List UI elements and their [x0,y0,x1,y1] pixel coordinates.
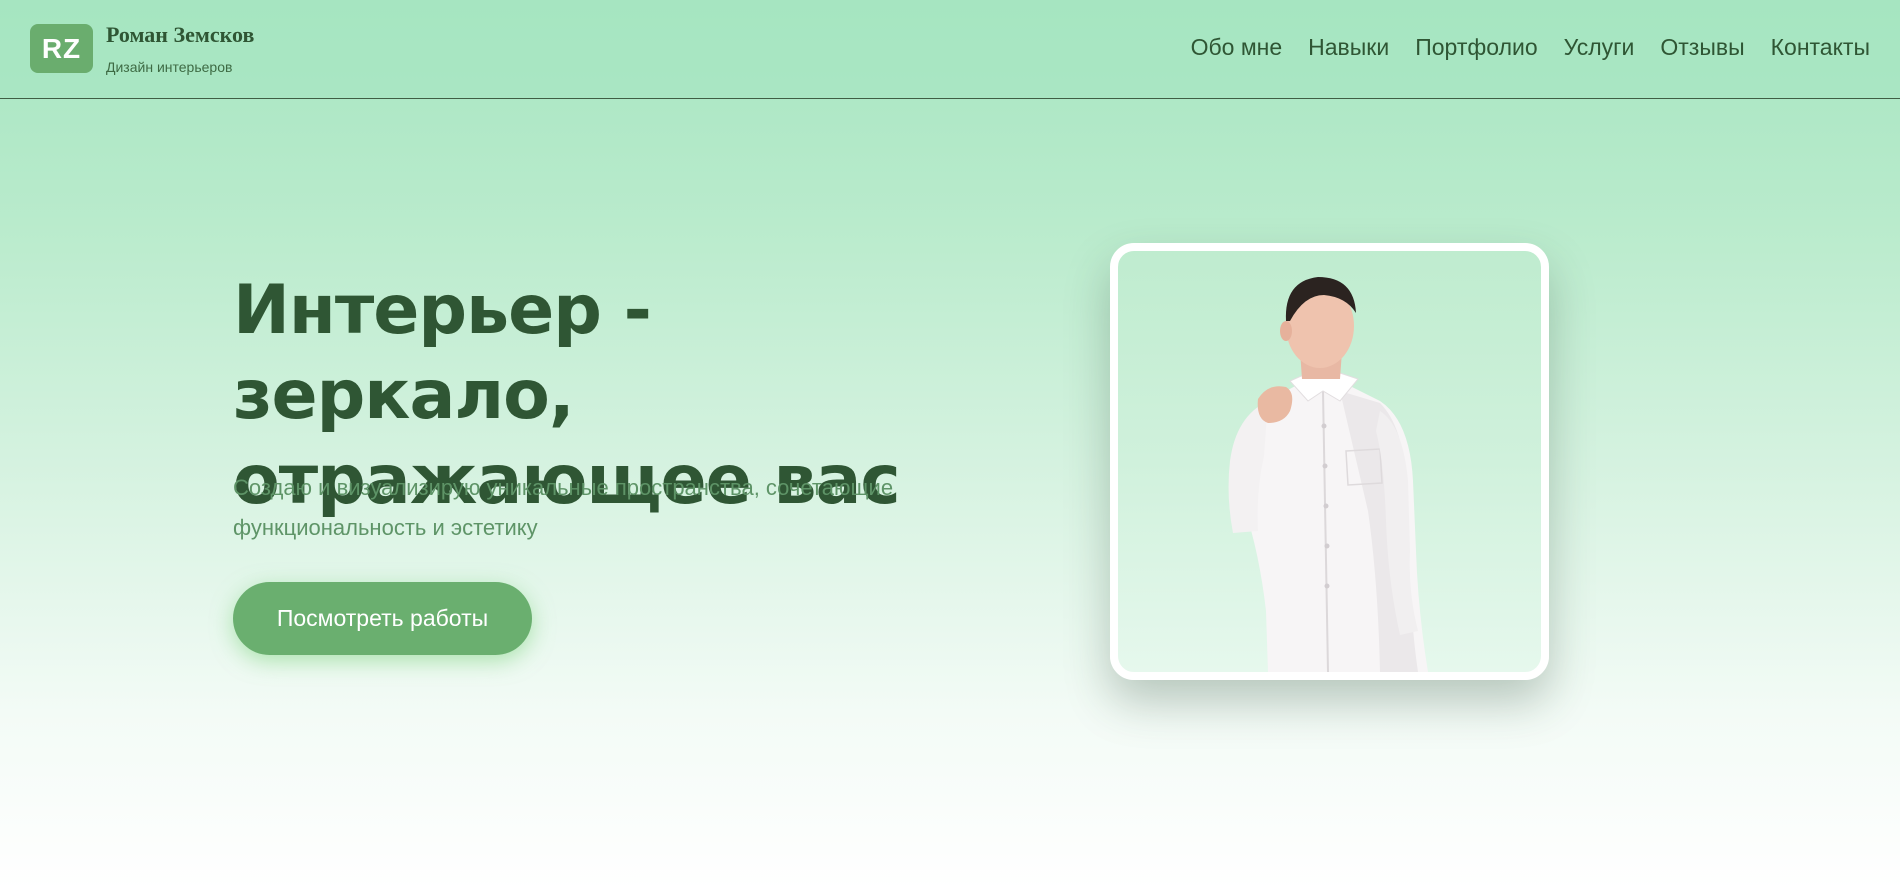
hero-title-line1: Интерьер - зеркало, [233,271,652,435]
nav-item-portfolio[interactable]: Портфолио [1415,34,1537,61]
view-works-button[interactable]: Посмотреть работы [233,582,532,655]
portrait-photo [1110,243,1549,680]
main-nav: Обо мне Навыки Портфолио Услуги Отзывы К… [1191,34,1870,61]
nav-item-services[interactable]: Услуги [1564,34,1635,61]
person-portrait-image [1228,277,1428,672]
nav-item-contacts[interactable]: Контакты [1771,34,1870,61]
logo-badge[interactable]: RZ [30,24,93,73]
nav-item-about[interactable]: Обо мне [1191,34,1283,61]
nav-item-reviews[interactable]: Отзывы [1660,34,1744,61]
brand-subtitle: Дизайн интерьеров [106,59,233,75]
hero-subtitle-line2: функциональность и эстетику [233,515,538,540]
brand-name[interactable]: Роман Земсков [106,22,254,48]
hero-subtitle-line1: Создаю и визуализирую уникальные простра… [233,475,894,500]
hero-subtitle: Создаю и визуализирую уникальные простра… [233,468,953,548]
site-header: RZ Роман Земсков Дизайн интерьеров Обо м… [0,0,1900,99]
nav-item-skills[interactable]: Навыки [1308,34,1389,61]
